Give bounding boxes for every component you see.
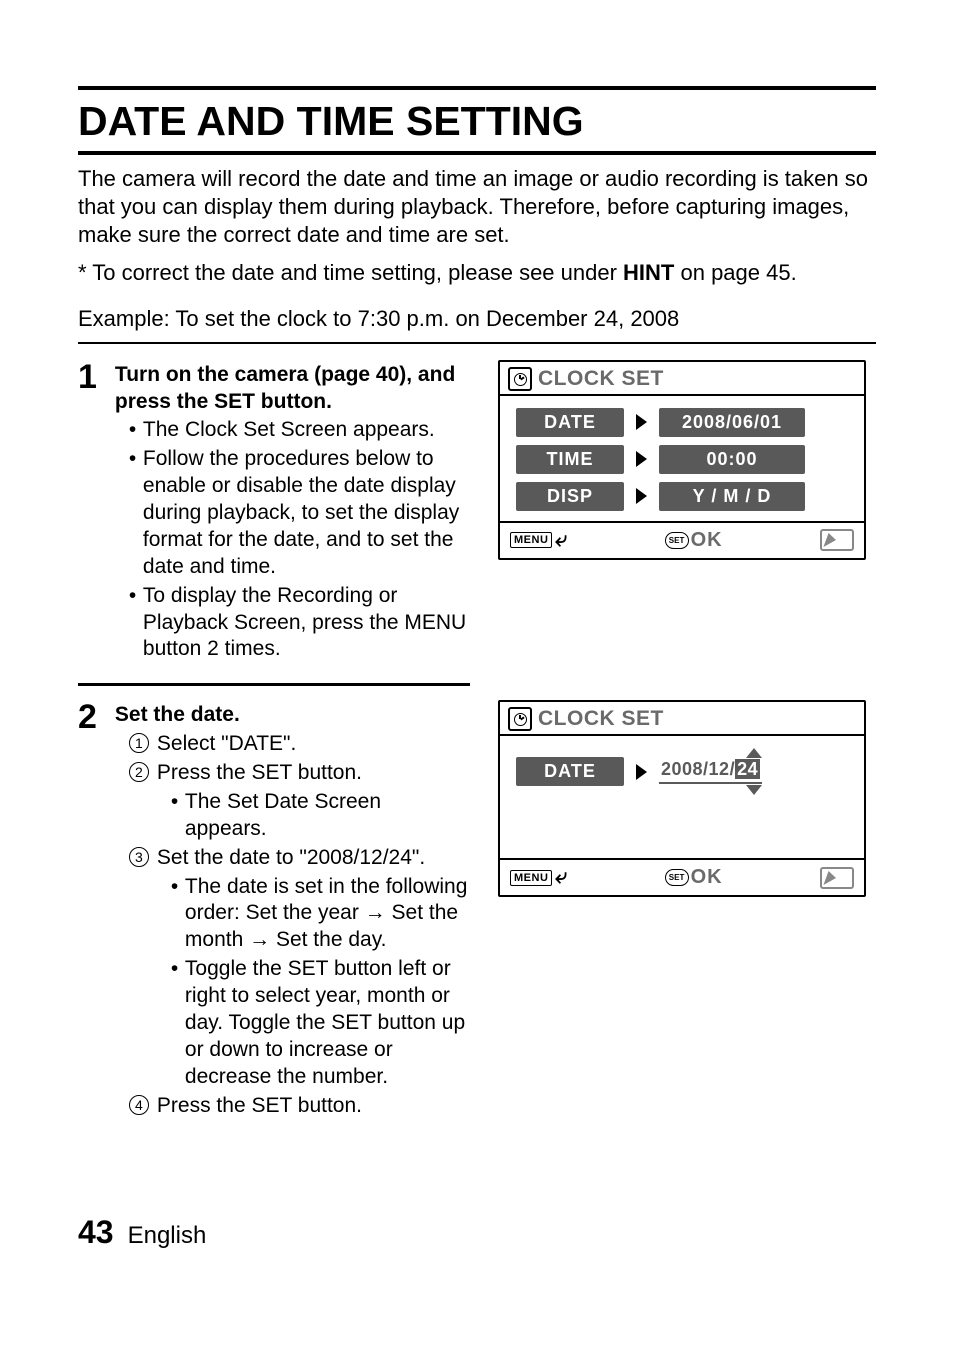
lcd1-time-label: TIME [516,445,624,474]
triangle-right-icon [636,764,647,780]
lcd2-date-edit: 2008/12/24 [659,759,762,784]
lcd2-row-date: DATE 2008/12/24 [516,748,848,795]
step-2-c2: Press the SET button. The Set Date Scree… [129,760,468,843]
menu-label: MENU [510,532,552,548]
intro-paragraph-2: * To correct the date and time setting, … [78,259,876,287]
lcd2-title-bar: CLOCK SET [500,702,864,736]
lcd1-row-date: DATE 2008/06/01 [516,408,848,437]
lcd1-date-label: DATE [516,408,624,437]
lcd2-ok-group: SET OK [665,866,723,889]
step-1-row: 1 Turn on the camera (page 40), and pres… [78,356,876,697]
step-2-c3-s2: Toggle the SET button left or right to s… [171,956,468,1090]
step-1-number: 1 [78,360,97,394]
step-1-bullet-3: To display the Recording or Playback Scr… [129,583,468,664]
lcd1-disp-label: DISP [516,482,624,511]
rule-under-title [78,151,876,155]
return-arrow-icon: ⤶ [555,532,567,549]
intro-p2-post: on page 45. [674,260,796,285]
lcd2-title-text: CLOCK SET [538,707,664,731]
lcd1-menu-return: MENU ⤶ [510,532,567,549]
step-2-figure-col: CLOCK SET DATE 2008/12/24 [498,696,866,897]
step-1-body: Turn on the camera (page 40), and press … [115,362,478,666]
return-arrow-icon: ⤶ [555,869,567,886]
lcd1-footer: MENU ⤶ SET OK [500,521,864,558]
lcd2-date-active-day: 24 [735,759,760,779]
triangle-down-icon [746,785,762,795]
lcd2-footer: MENU ⤶ SET OK [500,858,864,895]
triangle-right-icon [636,414,647,430]
step-2-c1: Select "DATE". [129,731,468,758]
lcd-date-edit: CLOCK SET DATE 2008/12/24 [498,700,866,897]
ok-label: OK [691,866,723,889]
page-footer: 43 English [78,1214,206,1251]
page-number: 43 [78,1214,114,1251]
step-1-bullets: The Clock Set Screen appears. Follow the… [115,417,468,663]
step-2-body: Set the date. Select "DATE". Press the S… [115,702,478,1121]
example-line: Example: To set the clock to 7:30 p.m. o… [78,306,876,332]
lcd2-date-label: DATE [516,757,624,786]
step-1-left: 1 Turn on the camera (page 40), and pres… [78,356,478,697]
page-tab-icon [820,867,854,889]
step-2-c2-text: Press the SET button. [157,761,362,784]
triangle-right-icon [636,488,647,504]
step-1-bullet-1: The Clock Set Screen appears. [129,417,468,444]
lcd1-row-time: TIME 00:00 [516,445,848,474]
lcd1-title-text: CLOCK SET [538,367,664,391]
intro-p2-pre: * To correct the date and time setting, … [78,260,623,285]
page-tab-icon [820,529,854,551]
triangle-right-icon [636,451,647,467]
clock-icon [508,707,532,731]
step-2-left: 2 Set the date. Select "DATE". Press the… [78,696,478,1121]
step-2: 2 Set the date. Select "DATE". Press the… [78,702,478,1121]
lcd2-body: DATE 2008/12/24 [500,736,864,858]
intro-p2-hint: HINT [623,260,674,285]
step-1-2-divider [78,683,470,686]
lcd1-ok-group: SET OK [665,529,723,552]
lcd1-body: DATE 2008/06/01 TIME 00:00 DISP Y / M / … [500,396,864,521]
step-2-circled-list: Select "DATE". Press the SET button. The… [115,731,468,1119]
lcd1-time-value: 00:00 [659,445,805,474]
ok-label: OK [691,529,723,552]
step-2-number: 2 [78,700,97,734]
step-2-c4: Press the SET button. [129,1093,468,1120]
step-2-row: 2 Set the date. Select "DATE". Press the… [78,696,876,1121]
step-2-c2-s1: The Set Date Screen appears. [171,789,468,843]
lcd2-date-prefix: 2008/12/ [661,759,735,779]
step-1-title: Turn on the camera (page 40), and press … [115,362,468,416]
rule-under-example [78,342,876,344]
triangle-up-icon [746,748,762,758]
set-button-icon: SET [665,869,689,886]
clock-icon [508,367,532,391]
step-2-c2-sub: The Set Date Screen appears. [157,789,468,843]
step-2-c3-s1: The date is set in the following order: … [171,874,468,955]
page-title: DATE AND TIME SETTING [78,98,876,145]
step-1: 1 Turn on the camera (page 40), and pres… [78,362,478,666]
lcd1-date-value: 2008/06/01 [659,408,805,437]
manual-page: DATE AND TIME SETTING The camera will re… [0,0,954,1345]
page-language: English [128,1222,207,1250]
intro-paragraph-1: The camera will record the date and time… [78,165,876,249]
step-2-c3-sub: The date is set in the following order: … [157,874,468,1091]
lcd-clock-set-menu: CLOCK SET DATE 2008/06/01 TIME 00:00 DIS… [498,360,866,560]
step-1-bullet-2: Follow the procedures below to enable or… [129,446,468,580]
step-2-c3: Set the date to "2008/12/24". The date i… [129,845,468,1091]
step-2-title: Set the date. [115,702,468,729]
lcd1-title-bar: CLOCK SET [500,362,864,396]
lcd1-disp-value: Y / M / D [659,482,805,511]
menu-label: MENU [510,870,552,886]
step-2-c3-text: Set the date to "2008/12/24". [157,846,425,869]
step-1-figure-col: CLOCK SET DATE 2008/06/01 TIME 00:00 DIS… [498,356,866,560]
lcd1-row-disp: DISP Y / M / D [516,482,848,511]
lcd2-date-edit-wrap: 2008/12/24 [659,748,762,795]
set-button-icon: SET [665,532,689,549]
rule-top [78,86,876,90]
lcd2-menu-return: MENU ⤶ [510,869,567,886]
